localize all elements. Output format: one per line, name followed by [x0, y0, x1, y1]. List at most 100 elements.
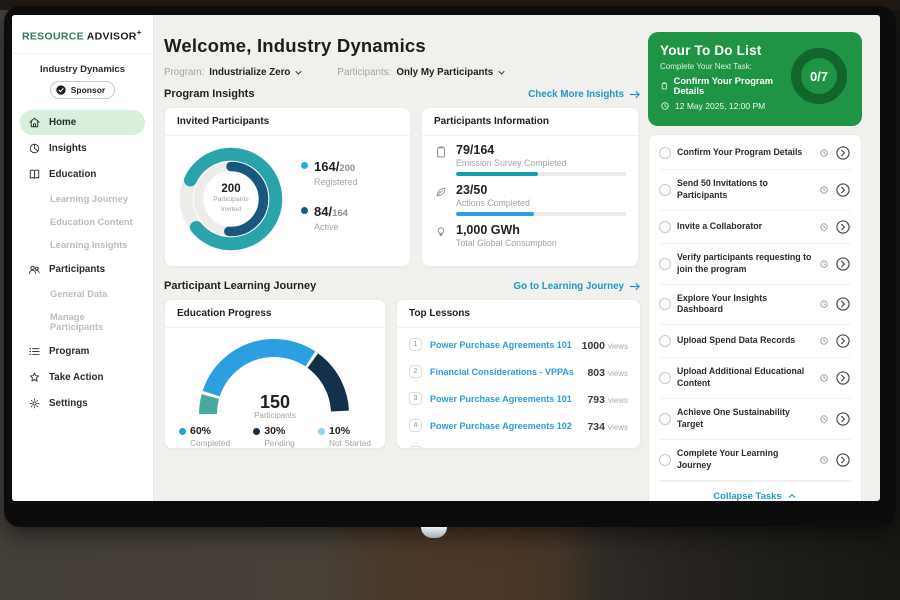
participants-dropdown[interactable]: Participants: Only My Participants — [337, 67, 506, 78]
go-to-learning-journey-link[interactable]: Go to Learning Journey — [514, 281, 642, 292]
stat-row-emission-survey: 79/164 Emission Survey Completed — [434, 143, 626, 176]
sidebar-item-label: Program — [49, 346, 89, 357]
legend-dot — [318, 428, 325, 435]
sidebar-item-education[interactable]: Education — [20, 162, 145, 187]
lesson-link[interactable]: Power Purchase Agreements 103 — [430, 448, 579, 450]
sidebar-item-label: Home — [49, 117, 76, 128]
chevron-up-icon — [787, 491, 797, 501]
chevron-down-icon — [497, 68, 506, 77]
program-dropdown-value: Industrialize Zero — [209, 67, 290, 78]
task-row[interactable]: Explore Your Insights Dashboard — [659, 285, 851, 326]
task-checkbox[interactable] — [659, 221, 671, 233]
program-icon — [28, 345, 41, 358]
task-checkbox[interactable] — [659, 335, 671, 347]
sidebar-item-general-data[interactable]: General Data — [20, 283, 145, 305]
gear-icon — [28, 397, 41, 410]
chevron-right-icon[interactable] — [835, 370, 851, 386]
program-dropdown[interactable]: Program: Industrialize Zero — [164, 67, 303, 78]
lesson-link[interactable]: Power Purchase Agreements 102 — [430, 421, 579, 431]
task-row[interactable]: Achieve One Sustainability Target — [659, 399, 851, 440]
collapse-tasks-link[interactable]: Collapse Tasks — [659, 481, 851, 502]
progress-bar — [456, 172, 626, 176]
logo-plus: + — [137, 28, 142, 37]
logo-secondary: ADVISOR — [87, 31, 137, 43]
lesson-link[interactable]: Financial Considerations - VPPAs — [430, 367, 579, 377]
sidebar-item-manage-participants[interactable]: Manage Participants — [20, 306, 145, 338]
lesson-row: 1 Power Purchase Agreements 101 1000view… — [409, 331, 628, 358]
clock-icon — [819, 299, 829, 309]
arrow-right-icon — [629, 282, 641, 291]
lesson-link[interactable]: Power Purchase Agreements 101 — [430, 340, 574, 350]
sidebar-item-participants[interactable]: Participants — [20, 257, 145, 282]
stat-label: Actions Completed — [456, 198, 626, 208]
donut-center-label: Participants Invited — [213, 195, 249, 214]
task-row[interactable]: Send 50 Invitations to Participants — [659, 170, 851, 211]
sidebar-item-label: Settings — [49, 398, 88, 409]
chevron-right-icon[interactable] — [835, 219, 851, 235]
card-title: Education Progress — [165, 300, 385, 328]
lesson-rank: 1 — [409, 338, 422, 351]
task-row[interactable]: Verify participants requesting to join t… — [659, 244, 851, 285]
legend-item-registered: 164/200 Registered — [301, 158, 358, 187]
dashboard-screen: RESOURCE ADVISOR+ Industry Dynamics Spon… — [12, 15, 880, 501]
progress-bar — [456, 212, 626, 216]
participants-icon — [28, 263, 41, 276]
todo-summary-card: Your To Do List Complete Your Next Task:… — [648, 32, 862, 126]
legend-dot — [179, 428, 186, 435]
task-label: Verify participants requesting to join t… — [677, 252, 813, 276]
sidebar-item-home[interactable]: Home — [20, 110, 145, 135]
clock-icon — [819, 259, 829, 269]
sidebar-item-label: Participants — [49, 264, 105, 275]
task-row[interactable]: Complete Your Learning Journey — [659, 440, 851, 481]
legend-value: 84/ — [314, 204, 332, 219]
stat-value: 23/50 — [456, 183, 626, 197]
learning-journey-header: Participant Learning Journey Go to Learn… — [164, 280, 641, 292]
task-checkbox[interactable] — [659, 372, 671, 384]
chevron-right-icon[interactable] — [835, 296, 851, 312]
sidebar-item-insights[interactable]: Insights — [20, 136, 145, 161]
chevron-right-icon[interactable] — [835, 333, 851, 349]
gauge-center-value: 150 — [195, 393, 355, 411]
gauge-center-label: Participants — [195, 411, 355, 420]
gauge-legend: 60% Completed 30% Pending 10% Not Starte… — [165, 420, 385, 448]
chevron-right-icon[interactable] — [835, 411, 851, 427]
task-list-card: Confirm Your Program Details Send 50 Inv… — [648, 134, 862, 501]
task-row[interactable]: Upload Spend Data Records — [659, 325, 851, 358]
task-row[interactable]: Upload Additional Educational Content — [659, 358, 851, 399]
chevron-right-icon[interactable] — [835, 256, 851, 272]
lesson-link[interactable]: Power Purchase Agreements 101 — [430, 394, 579, 404]
legend-pct: 60% — [190, 425, 211, 437]
take-action-icon — [28, 371, 41, 384]
sidebar-item-take-action[interactable]: Take Action — [20, 365, 145, 390]
progress-bar-fill — [456, 172, 538, 176]
task-checkbox[interactable] — [659, 298, 671, 310]
progress-bar-fill — [456, 212, 534, 216]
task-row[interactable]: Confirm Your Program Details — [659, 137, 851, 170]
participants-dropdown-value: Only My Participants — [396, 67, 493, 78]
lesson-views: 803 — [587, 367, 605, 379]
task-checkbox[interactable] — [659, 184, 671, 196]
task-checkbox[interactable] — [659, 147, 671, 159]
sidebar-item-education-content[interactable]: Education Content — [20, 211, 145, 233]
chevron-right-icon[interactable] — [835, 452, 851, 468]
chevron-right-icon[interactable] — [835, 182, 851, 198]
todo-next-task: Confirm Your Program Details — [674, 76, 788, 96]
sidebar-item-settings[interactable]: Settings — [20, 391, 145, 416]
card-title: Invited Participants — [165, 108, 410, 136]
section-title: Program Insights — [164, 88, 254, 100]
task-row[interactable]: Invite a Collaborator — [659, 211, 851, 244]
task-checkbox[interactable] — [659, 413, 671, 425]
task-checkbox[interactable] — [659, 454, 671, 466]
legend-value: 164/ — [314, 159, 339, 174]
sidebar-item-learning-journey[interactable]: Learning Journey — [20, 188, 145, 210]
invited-donut-chart: 200 Participants Invited — [175, 143, 287, 255]
sidebar-item-learning-insights[interactable]: Learning Insights — [20, 234, 145, 256]
check-more-insights-link[interactable]: Check More Insights — [528, 89, 641, 100]
clipboard-icon — [660, 81, 669, 91]
legend-item-completed: 60% Completed — [179, 425, 230, 448]
todo-counter: 0/7 — [788, 45, 850, 107]
sidebar-item-program[interactable]: Program — [20, 339, 145, 364]
legend-label: Not Started — [329, 438, 371, 448]
chevron-right-icon[interactable] — [835, 145, 851, 161]
task-checkbox[interactable] — [659, 258, 671, 270]
